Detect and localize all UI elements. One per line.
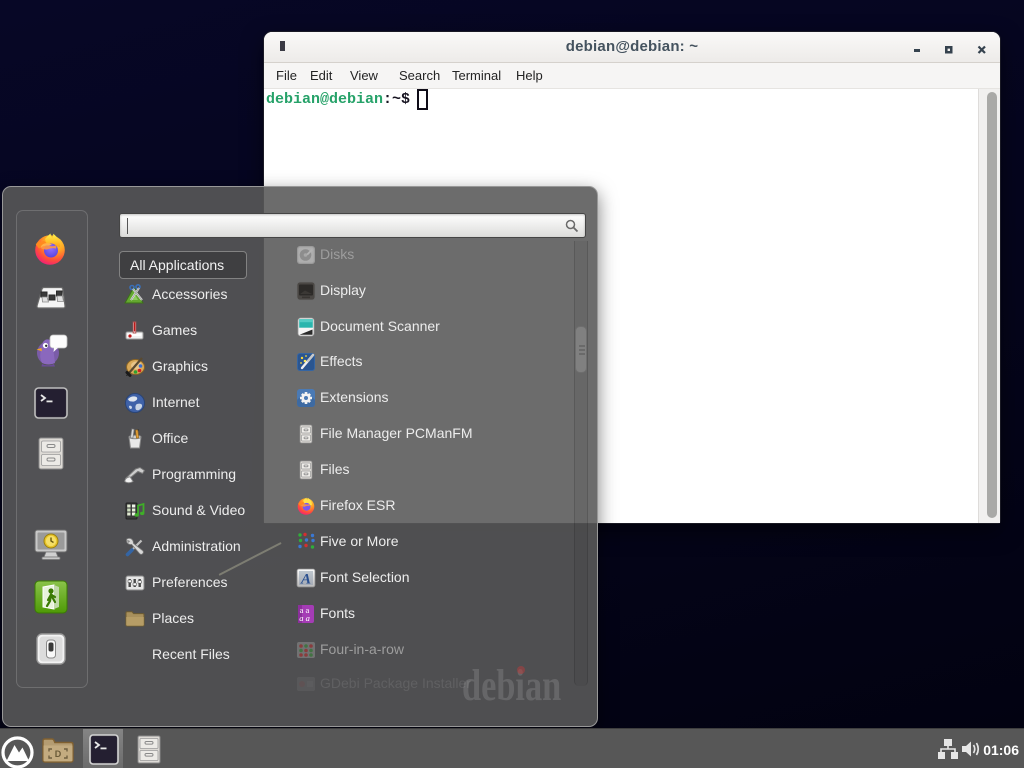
svg-text:D: D [55,749,62,759]
svg-text:a a: a a [299,613,310,623]
svg-text:A: A [300,572,311,588]
